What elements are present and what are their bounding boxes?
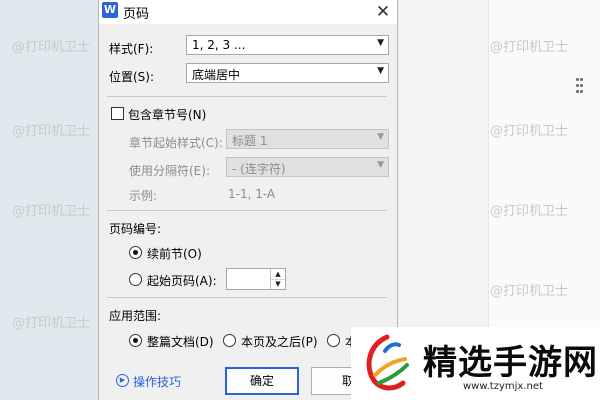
start-at-radio[interactable]	[129, 273, 142, 286]
brand-logo-icon	[366, 334, 409, 391]
position-select[interactable]: 底端居中 ▼	[186, 63, 389, 83]
style-label: 样式(F):	[109, 42, 154, 56]
watermark: @打印机卫士	[12, 316, 91, 331]
divider	[107, 210, 387, 211]
start-at-label: 起始页码(A):	[147, 274, 217, 288]
chevron-down-icon: ▼	[377, 66, 384, 76]
position-label: 位置(S):	[109, 70, 155, 84]
title-bar: W 页码 ✕	[99, 0, 397, 24]
ok-button[interactable]: 确定	[225, 367, 299, 395]
brand-url: www.tzymjx.net	[463, 381, 543, 392]
continue-label: 续前节(O)	[147, 247, 202, 261]
apply-whole-label: 整篇文档(D)	[147, 335, 214, 349]
style-select[interactable]: 1, 2, 3 ... ▼	[186, 35, 389, 55]
example-label: 示例:	[129, 189, 158, 203]
chevron-down-icon[interactable]: ▼	[271, 279, 285, 289]
play-circle-icon[interactable]: ▶	[116, 374, 129, 387]
apply-whole-radio[interactable]	[129, 334, 142, 347]
watermark: @打印机卫士	[12, 204, 91, 219]
numbering-header: 页码编号:	[109, 222, 162, 236]
divider	[107, 297, 387, 298]
brand-name: 精选手游网	[423, 343, 598, 383]
apply-header: 应用范围:	[109, 309, 162, 323]
style-select-value: 1, 2, 3 ...	[192, 38, 246, 52]
chapter-start-style-select[interactable]: 标题 1 ▼	[226, 129, 389, 149]
divider	[107, 96, 387, 97]
separator-label: 使用分隔符(E):	[129, 164, 210, 178]
watermark: @打印机卫士	[12, 124, 91, 139]
chapter-start-style-value: 标题 1	[232, 134, 268, 148]
watermark: @打印机卫士	[490, 284, 569, 299]
help-link[interactable]: 操作技巧	[133, 373, 181, 390]
separator-select[interactable]: - (连字符) ▼	[226, 157, 389, 177]
more-options-icon[interactable]	[576, 78, 583, 94]
watermark: @打印机卫士	[490, 204, 569, 219]
include-chapter-label: 包含章节号(N)	[128, 108, 207, 122]
site-watermark: 精选手游网 www.tzymjx.net	[351, 327, 600, 400]
apply-this-label: 本页及之后(P)	[241, 335, 318, 349]
separator-value: - (连字符)	[232, 162, 286, 176]
close-icon[interactable]: ✕	[371, 0, 395, 24]
continue-radio[interactable]	[129, 246, 142, 259]
chevron-down-icon: ▼	[377, 38, 384, 48]
example-value: 1-1, 1-A	[228, 187, 276, 201]
start-page-stepper[interactable]: ▲ ▼	[226, 268, 286, 290]
chapter-start-style-label: 章节起始样式(C):	[129, 136, 223, 150]
watermark: @打印机卫士	[490, 40, 569, 55]
watermark: @打印机卫士	[490, 124, 569, 139]
stepper-buttons: ▲ ▼	[270, 269, 285, 289]
position-select-value: 底端居中	[192, 68, 241, 82]
watermark: @打印机卫士	[12, 40, 91, 55]
wps-writer-icon: W	[102, 2, 118, 18]
apply-partial-radio[interactable]	[327, 334, 340, 347]
include-chapter-checkbox[interactable]	[111, 107, 124, 120]
chevron-down-icon: ▼	[377, 132, 384, 142]
apply-this-radio[interactable]	[223, 334, 236, 347]
chevron-down-icon: ▼	[377, 160, 384, 170]
dialog-title: 页码	[123, 7, 150, 22]
